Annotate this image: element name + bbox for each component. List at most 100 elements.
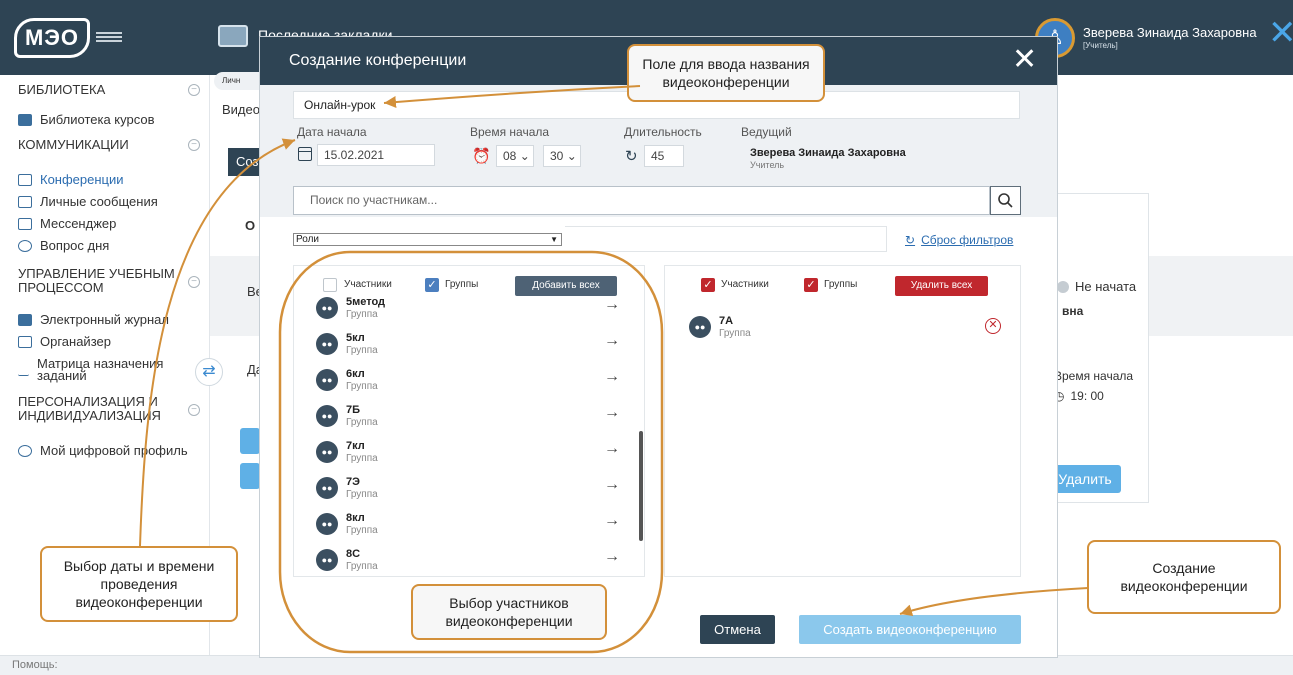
groups-label: Группы [445,279,479,290]
bookmark-book-icon[interactable] [218,25,248,47]
list-item[interactable]: ●● 6кл Группа → [316,365,620,401]
groups-checkbox[interactable]: ✓ [425,278,439,292]
help-label[interactable]: Помощь: [12,659,58,671]
sidebar-section-library[interactable]: БИБЛИОТЕКА [18,83,105,97]
group-icon: ●● [316,333,338,355]
status-badge: Не начата [1057,279,1136,294]
sidebar-item-courses[interactable]: Библиотека курсов [18,112,155,127]
collapse-icon[interactable]: − [188,84,200,96]
date-input[interactable]: 15.02.2021 [317,144,435,166]
groups-checkbox[interactable]: ✓ [804,278,818,292]
duration-input[interactable]: 45 [644,145,684,167]
video-tab-label[interactable]: Видео [222,102,260,117]
background-button[interactable] [240,428,260,454]
collapse-icon[interactable]: − [188,139,200,151]
list-item[interactable]: ●● 7Э Группа → [316,473,620,509]
list-scrollbar[interactable] [639,431,643,541]
date-label: Дата начала [297,125,367,139]
selected-participants-panel: ✓ Участники ✓ Группы Удалить всех ●● 7А … [664,265,1021,577]
sidebar-section-personalization[interactable]: ПЕРСОНАЛИЗАЦИЯ И ИНДИВИДУАЛИЗАЦИЯ [18,395,188,423]
available-participants-panel: Участники ✓ Группы Добавить всех ●● 5мет… [293,265,645,577]
create-conference-button[interactable]: Создать видеоконференцию [799,615,1021,644]
list-item[interactable]: ●● 7А Группа [689,312,989,348]
collapse-icon[interactable]: − [188,404,200,416]
user-role: [Учитель] [1083,41,1118,50]
sidebar-section-management[interactable]: УПРАВЛЕНИЕ УЧЕБНЫМ ПРОЦЕССОМ [18,267,188,295]
sidebar-item-matrix[interactable]: Матрица назначения заданий [18,357,178,382]
refresh-duration-icon: ↻ [625,148,638,165]
logo-subtitle [96,32,122,44]
list-item[interactable]: ●● 5метод Группа → [316,293,620,329]
footer: Помощь: [0,655,1293,675]
sidebar-item-profile[interactable]: Мой цифровой профиль [18,443,188,458]
arrow-right-icon[interactable]: → [604,549,620,565]
participants-checkbox[interactable] [323,278,337,292]
group-icon: ●● [316,477,338,499]
delete-button[interactable]: Удалить [1049,465,1121,493]
arrow-right-icon[interactable]: → [604,369,620,385]
group-icon: ●● [316,369,338,391]
sidebar-section-communications[interactable]: КОММУНИКАЦИИ [18,138,129,152]
roles-select[interactable]: Роли ▼ [293,233,562,246]
arrow-right-icon[interactable]: → [604,441,620,457]
collapse-icon[interactable]: − [188,276,200,288]
delete-all-button[interactable]: Удалить всех [895,276,988,296]
user-icon [18,444,32,457]
group-icon: ●● [689,316,711,338]
sidebar-item-journal[interactable]: Электронный журнал [18,312,169,327]
background-button[interactable] [240,463,260,489]
arrow-right-icon[interactable]: → [604,297,620,313]
close-icon[interactable]: ✕ [1012,45,1037,75]
callout-create: Создание видеоконференции [1087,540,1281,614]
reset-icon: ↻ [905,233,916,247]
sidebar-item-organizer[interactable]: Органайзер [18,334,111,349]
host-role: Учитель [750,160,785,170]
calendar-icon[interactable] [298,147,312,161]
host-name: Зверева Зинаида Захаровна [750,147,906,159]
book-icon [18,113,32,126]
arrow-right-icon[interactable]: → [604,477,620,493]
modal-title: Создание конференции [289,52,467,69]
calendar-icon [18,335,32,348]
arrow-right-icon[interactable]: → [604,513,620,529]
arrow-right-icon[interactable]: → [604,333,620,349]
chat-icon [18,217,32,230]
cancel-button[interactable]: Отмена [700,615,775,644]
swap-icon[interactable]: ⇄ [195,358,223,386]
remove-icon[interactable]: ✕ [985,318,1001,334]
list-item[interactable]: ●● 8С Группа → [316,545,620,576]
participant-search-input[interactable]: Поиск по участникам... [293,186,990,215]
sidebar-item-question[interactable]: Вопрос дня [18,238,109,253]
trend-icon [18,364,29,376]
list-item[interactable]: ●● 8кл Группа → [316,509,620,545]
reset-filters-link[interactable]: ↻ Сброс фильтров [905,233,1013,247]
sidebar-item-messenger[interactable]: Мессенджер [18,216,116,231]
close-icon[interactable]: ✕ [1268,16,1293,50]
logo-mark: МЭО [14,18,90,58]
status-dot-icon [1057,280,1069,293]
sidebar-item-conferences[interactable]: Конференции [18,172,124,187]
hour-select[interactable]: 08 ⌄ [496,145,534,167]
user-name[interactable]: Зверева Зинаида Захаровна [1083,25,1257,40]
list-item[interactable]: ●● 5кл Группа → [316,329,620,365]
list-item[interactable]: ●● 7кл Группа → [316,437,620,473]
alarm-clock-icon: ⏰ [472,148,491,165]
search-icon [998,193,1013,208]
groups-label: Группы [824,279,858,290]
host-label: Ведущий [741,125,792,139]
participants-checkbox[interactable]: ✓ [701,278,715,292]
group-icon: ●● [316,441,338,463]
arrow-right-icon[interactable]: → [604,405,620,421]
minute-select[interactable]: 30 ⌄ [543,145,581,167]
list-item[interactable]: ●● 7Б Группа → [316,401,620,437]
group-icon: ●● [316,297,338,319]
duration-label: Длительность [624,125,702,139]
search-button[interactable] [990,186,1021,215]
callout-participants: Выбор участников видеоконференции [411,584,607,640]
participants-label: Участники [344,279,392,290]
group-icon: ●● [316,405,338,427]
logo[interactable]: МЭО [14,18,122,58]
sidebar-item-messages[interactable]: Личные сообщения [18,194,158,209]
host-fragment: вна [1062,304,1084,318]
create-button-background[interactable]: Соз [228,148,264,176]
